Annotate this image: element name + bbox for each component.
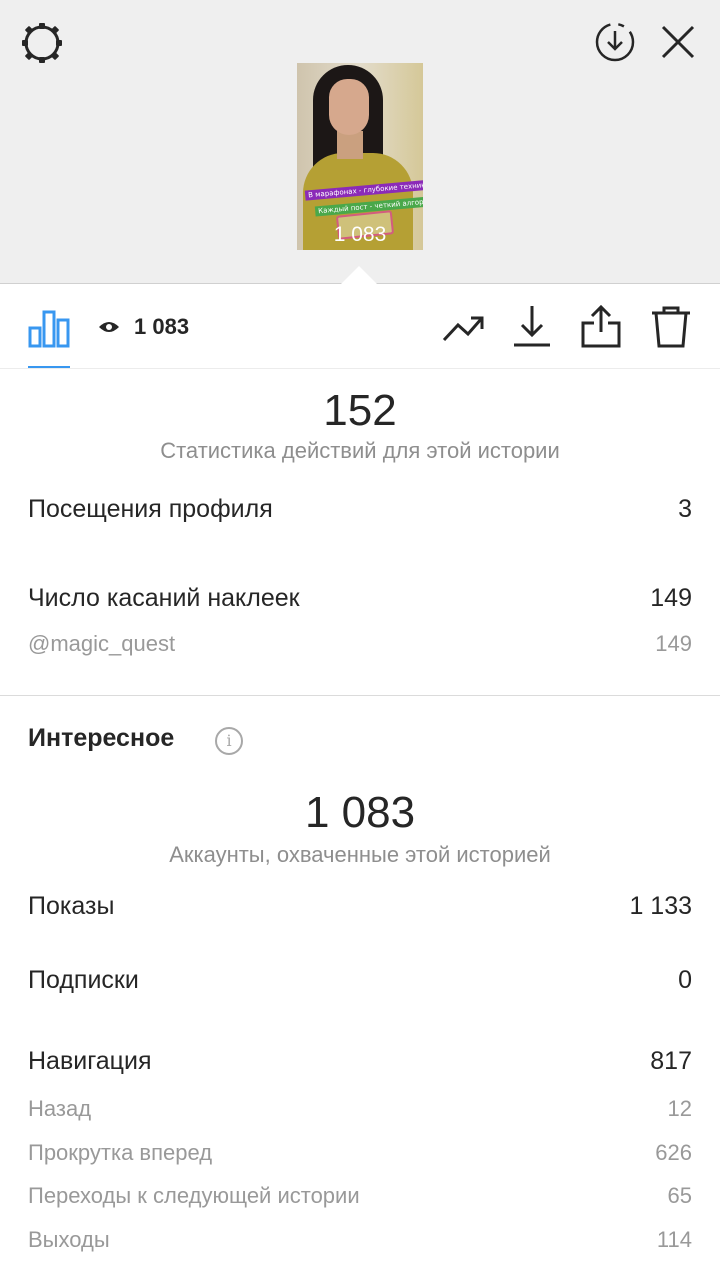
settings-gear-icon[interactable] <box>20 21 64 65</box>
section-title-discovery: Интересное <box>28 724 175 752</box>
thumbnail-neck <box>337 131 363 159</box>
stat-value: 3 <box>678 495 692 523</box>
reach-caption: Аккаунты, охваченные этой историей <box>169 842 551 867</box>
stat-value: 1 133 <box>629 892 692 920</box>
views-count: 1 083 <box>134 314 190 339</box>
stat-value: 114 <box>656 1227 692 1252</box>
download-circle-icon[interactable] <box>594 21 636 63</box>
stat-row-exits: Выходы 114 <box>28 1227 692 1253</box>
actions-total: 152 <box>323 386 397 435</box>
stat-value: 817 <box>650 1047 692 1075</box>
stat-row-sticker-taps: Число касаний наклеек 149 <box>28 584 692 613</box>
stat-label: @magic_quest <box>28 631 176 656</box>
stat-value: 149 <box>655 631 692 656</box>
stat-value: 65 <box>667 1183 692 1208</box>
trash-icon[interactable] <box>650 304 692 348</box>
thumbnail-view-count: 1 083 <box>333 223 387 246</box>
stat-label: Посещения профиля <box>28 495 273 523</box>
share-icon[interactable] <box>580 304 622 348</box>
stat-value: 0 <box>678 966 692 994</box>
actions-caption: Статистика действий для этой истории <box>160 438 560 463</box>
stat-label: Число касаний наклеек <box>28 584 300 612</box>
stat-row-follows: Подписки 0 <box>28 966 692 995</box>
stat-label: Выходы <box>28 1227 110 1252</box>
stat-row-impressions: Показы 1 133 <box>28 892 692 921</box>
stat-label: Переходы к следующей истории <box>28 1183 360 1208</box>
stat-value: 149 <box>650 584 692 612</box>
story-thumbnail[interactable]: В марафонах - глубокие техники Каждый по… <box>297 63 423 250</box>
stat-value: 626 <box>655 1140 692 1165</box>
selected-caret <box>340 266 378 285</box>
toolbar-divider <box>0 368 720 369</box>
stat-row-back: Назад 12 <box>28 1096 692 1122</box>
stat-row-mention: @magic_quest 149 <box>28 631 692 657</box>
eye-icon <box>99 322 119 332</box>
bar-chart-icon[interactable] <box>28 306 70 348</box>
stat-label: Навигация <box>28 1047 152 1075</box>
trend-icon[interactable] <box>442 310 486 346</box>
stat-label: Подписки <box>28 966 139 994</box>
section-divider <box>0 695 720 696</box>
download-icon[interactable] <box>512 304 552 348</box>
tab-views[interactable]: 1 083 <box>98 312 189 342</box>
stat-label: Назад <box>28 1096 92 1121</box>
thumbnail-face <box>329 79 369 135</box>
stat-row-next-story: Переходы к следующей истории 65 <box>28 1183 692 1209</box>
stat-value: 12 <box>667 1096 692 1121</box>
stat-row-navigation: Навигация 817 <box>28 1047 692 1076</box>
info-icon[interactable]: i <box>215 727 243 755</box>
stat-row-profile-visits: Посещения профиля 3 <box>28 495 692 524</box>
stat-label: Показы <box>28 892 115 920</box>
stat-label: Прокрутка вперед <box>28 1140 213 1165</box>
reach-total: 1 083 <box>304 788 416 837</box>
close-icon[interactable] <box>660 24 696 60</box>
stat-row-forward: Прокрутка вперед 626 <box>28 1140 692 1166</box>
